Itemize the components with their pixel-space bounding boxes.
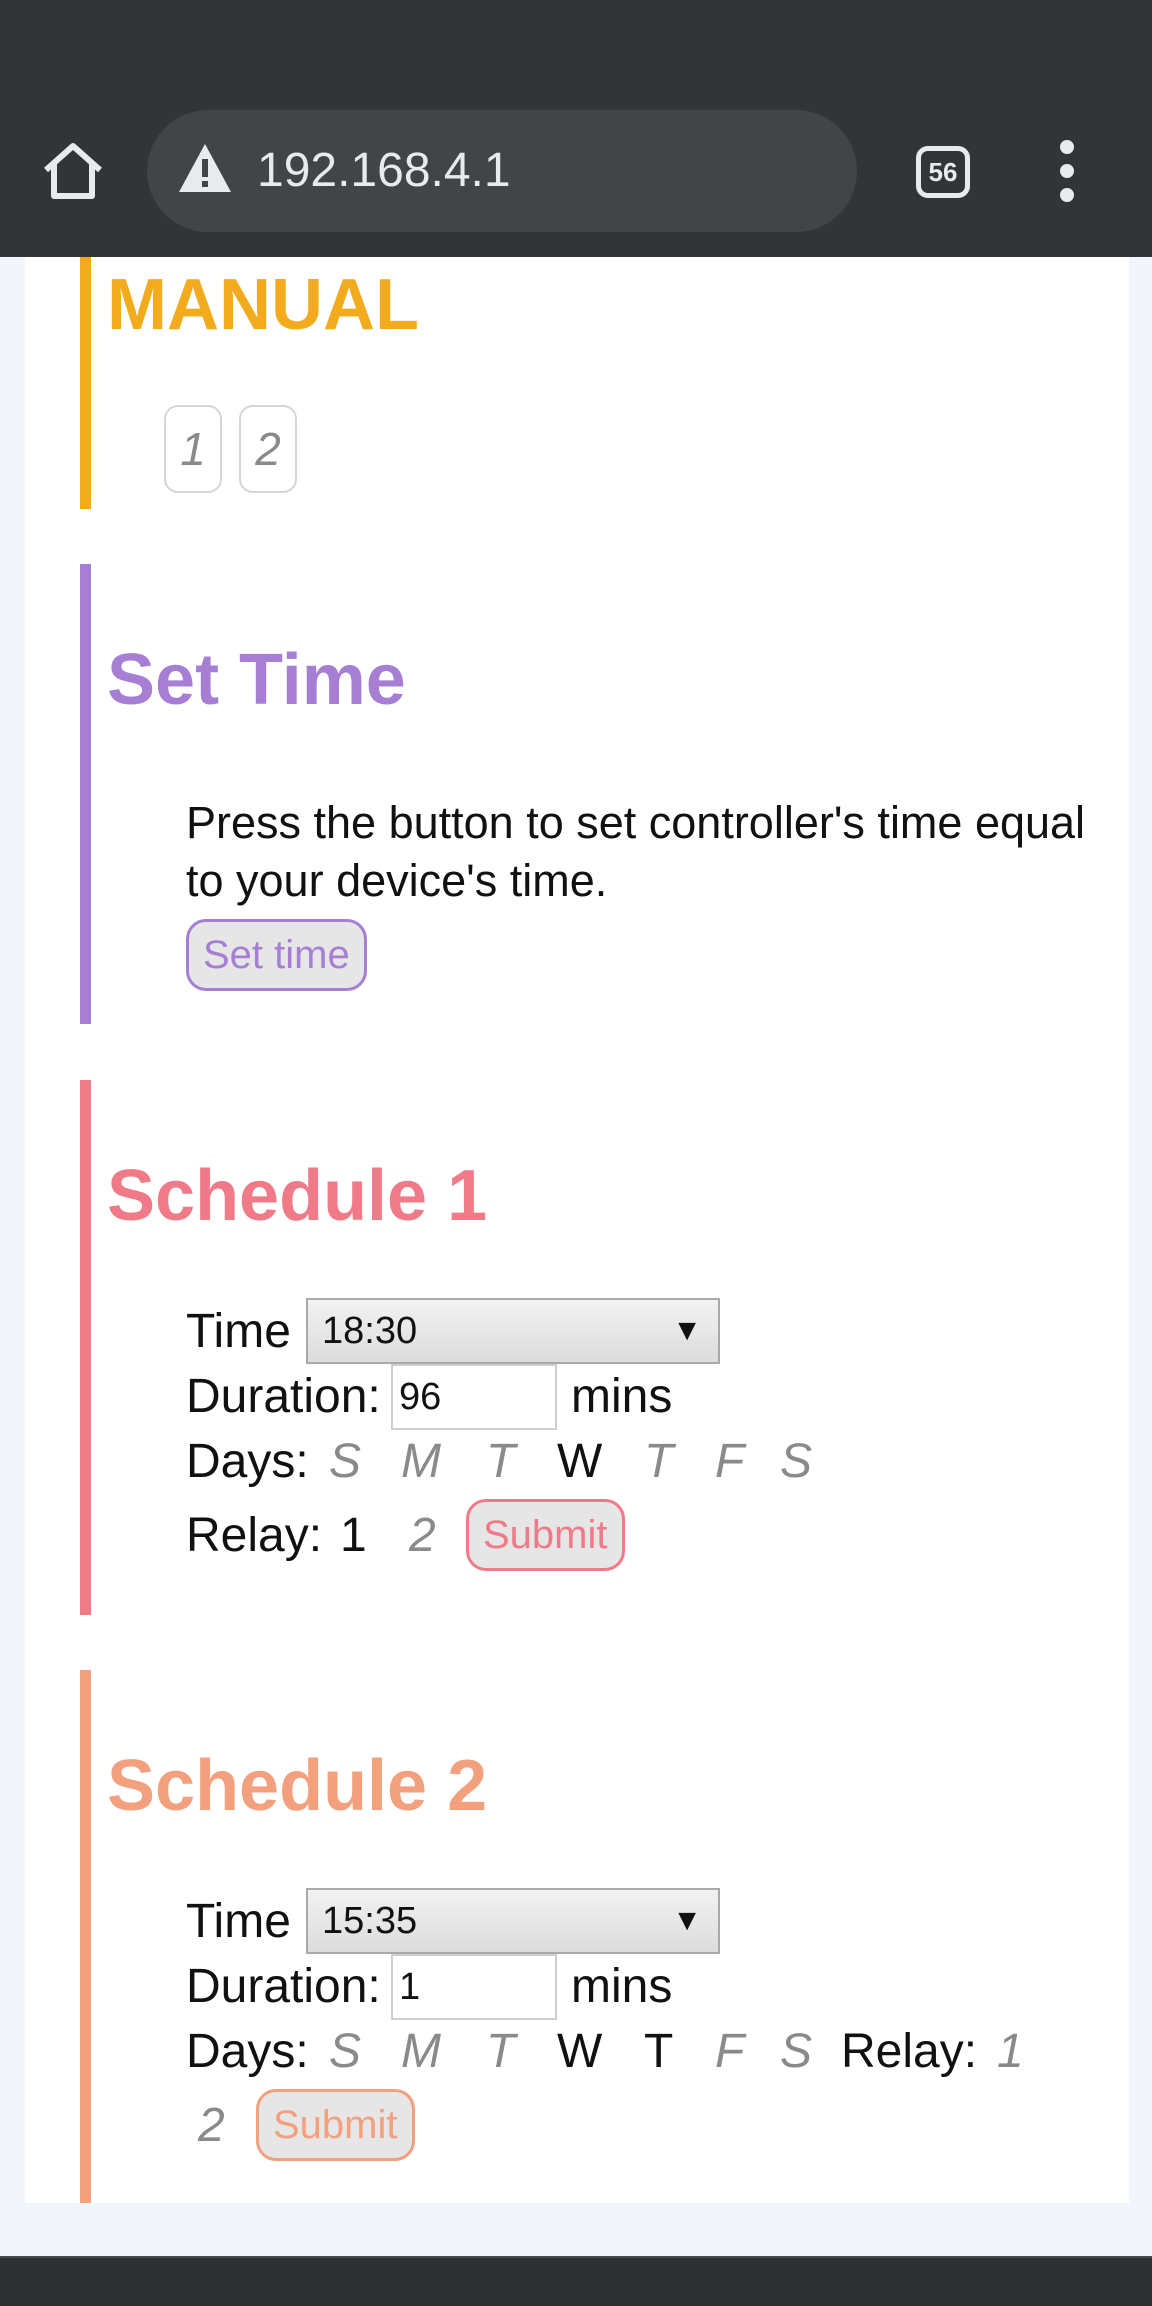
schedule-2-duration-input[interactable]: 1 bbox=[391, 1954, 557, 2020]
schedule-1-day-sat[interactable]: S bbox=[780, 1438, 812, 1486]
content-card: MANUAL 1 2 Set Time Press the button to … bbox=[25, 257, 1129, 2203]
schedule-1-relay-2[interactable]: 2 bbox=[409, 1512, 436, 1560]
schedule-2-days-label: Days: bbox=[186, 2025, 309, 2078]
schedule-2-time-value: 15:35 bbox=[322, 1900, 418, 1942]
schedule-1-duration-input[interactable]: 96 bbox=[391, 1364, 557, 1430]
schedule-1-time-value: 18:30 bbox=[322, 1310, 418, 1352]
manual-title: MANUAL bbox=[107, 265, 419, 345]
warning-icon[interactable] bbox=[177, 142, 233, 194]
manual-relay-1-button[interactable]: 1 bbox=[164, 405, 222, 493]
schedule-2-relay-2[interactable]: 2 bbox=[198, 2102, 225, 2150]
manual-section: MANUAL 1 2 bbox=[80, 257, 1120, 509]
schedule-2-day-wed[interactable]: W bbox=[557, 2028, 602, 2076]
schedule-1-submit-button[interactable]: Submit bbox=[466, 1499, 625, 1571]
dropdown-arrow-icon: ▼ bbox=[672, 1904, 702, 1937]
schedule-1-day-mon[interactable]: M bbox=[401, 1438, 441, 1486]
address-bar[interactable]: 192.168.4.1 bbox=[147, 110, 857, 232]
browser-toolbar: 192.168.4.1 56 bbox=[0, 0, 1152, 257]
schedule-2-relay-1[interactable]: 1 bbox=[997, 2028, 1024, 2076]
schedule-2-section: Schedule 2 Time 15:35 ▼ Duration: 1 mins… bbox=[80, 1670, 1120, 2203]
schedule-1-days-label: Days: bbox=[186, 1435, 309, 1488]
schedule-2-day-thu[interactable]: T bbox=[644, 2028, 673, 2076]
schedule-1-title: Schedule 1 bbox=[107, 1156, 488, 1236]
schedule-1-duration-unit: mins bbox=[571, 1370, 673, 1423]
schedule-2-submit-button[interactable]: Submit bbox=[256, 2089, 415, 2161]
schedule-1-day-wed[interactable]: W bbox=[557, 1438, 602, 1486]
schedule-2-day-fri[interactable]: F bbox=[715, 2028, 744, 2076]
schedule-2-time-label: Time bbox=[186, 1895, 291, 1948]
home-icon[interactable] bbox=[40, 138, 106, 204]
schedule-1-day-fri[interactable]: F bbox=[715, 1438, 744, 1486]
url-text: 192.168.4.1 bbox=[257, 144, 511, 197]
manual-relay-2-button[interactable]: 2 bbox=[239, 405, 297, 493]
schedule-1-day-thu[interactable]: T bbox=[644, 1438, 673, 1486]
bottom-navigation-bar bbox=[0, 2256, 1152, 2306]
schedule-1-duration-label: Duration: bbox=[186, 1370, 381, 1423]
schedule-2-day-mon[interactable]: M bbox=[401, 2028, 441, 2076]
set-time-description: Press the button to set controller's tim… bbox=[186, 797, 1086, 906]
schedule-1-time-label: Time bbox=[186, 1305, 291, 1358]
dropdown-arrow-icon: ▼ bbox=[672, 1314, 702, 1347]
schedule-1-relay-1[interactable]: 1 bbox=[340, 1512, 367, 1560]
schedule-2-relay-label: Relay: bbox=[841, 2025, 978, 2078]
schedule-2-time-select[interactable]: 15:35 ▼ bbox=[306, 1888, 720, 1954]
more-options-icon[interactable] bbox=[1050, 140, 1084, 204]
schedule-2-day-tue[interactable]: T bbox=[486, 2028, 515, 2076]
schedule-2-title: Schedule 2 bbox=[107, 1746, 488, 1826]
set-time-title: Set Time bbox=[107, 640, 406, 720]
page-viewport: MANUAL 1 2 Set Time Press the button to … bbox=[0, 257, 1152, 2256]
schedule-1-day-tue[interactable]: T bbox=[486, 1438, 515, 1486]
schedule-2-day-sat[interactable]: S bbox=[780, 2028, 812, 2076]
set-time-section: Set Time Press the button to set control… bbox=[80, 564, 1120, 1024]
schedule-1-day-sun[interactable]: S bbox=[329, 1438, 361, 1486]
tab-switcher-button[interactable]: 56 bbox=[916, 146, 970, 198]
schedule-2-duration-label: Duration: bbox=[186, 1960, 381, 2013]
schedule-1-section: Schedule 1 Time 18:30 ▼ Duration: 96 min… bbox=[80, 1080, 1120, 1615]
schedule-1-time-select[interactable]: 18:30 ▼ bbox=[306, 1298, 720, 1364]
set-time-button[interactable]: Set time bbox=[186, 919, 367, 991]
schedule-2-day-sun[interactable]: S bbox=[329, 2028, 361, 2076]
schedule-2-duration-unit: mins bbox=[571, 1960, 673, 2013]
schedule-1-relay-label: Relay: bbox=[186, 1509, 323, 1562]
